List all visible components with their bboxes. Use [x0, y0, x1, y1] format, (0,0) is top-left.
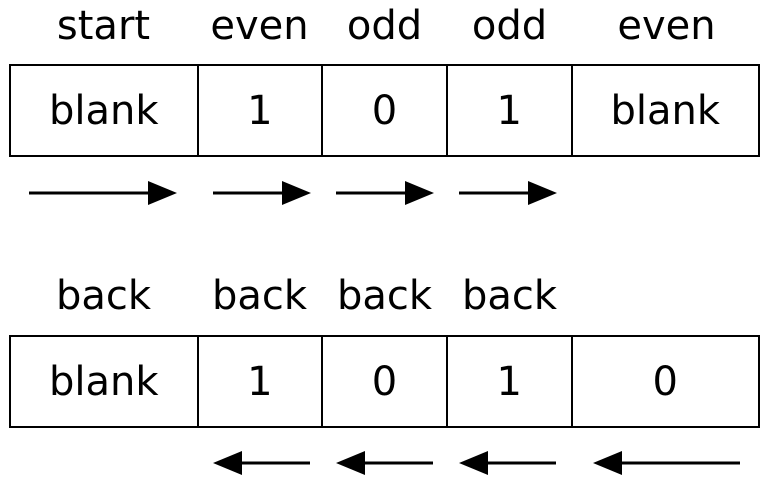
- left-arrow-icon: [213, 451, 310, 475]
- left-arrow-icon: [336, 451, 433, 475]
- arrows-left: [213, 451, 740, 475]
- left-arrow-icon: [593, 451, 740, 475]
- left-arrow-icon: [459, 451, 556, 475]
